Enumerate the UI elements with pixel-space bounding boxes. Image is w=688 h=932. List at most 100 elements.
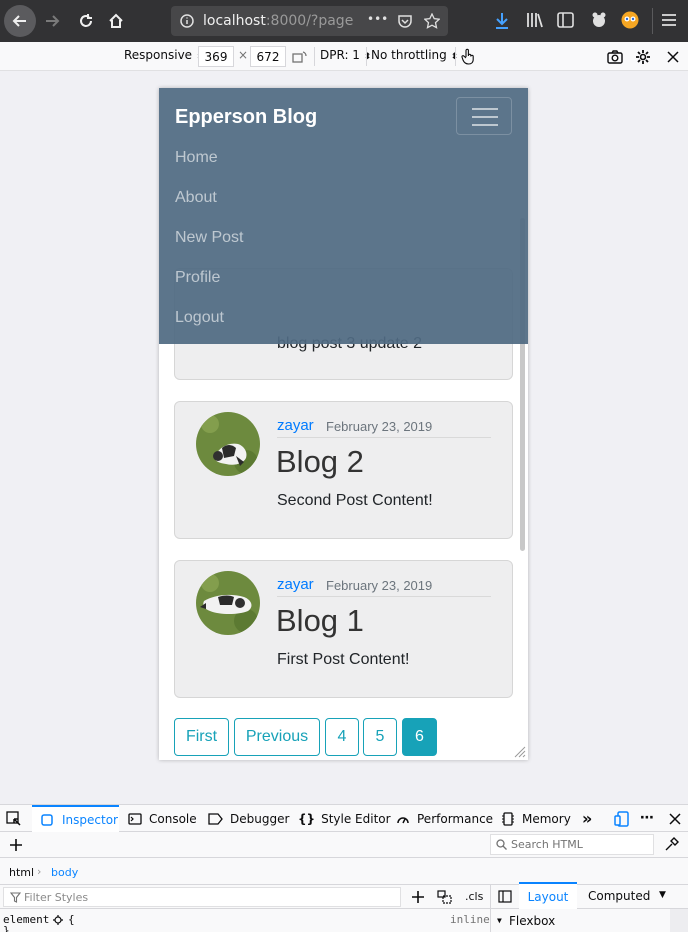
rule-view: element { inline } ▼ Flexbox <box>0 909 688 932</box>
debugger-icon <box>208 812 223 825</box>
device-selector[interactable]: Responsive ⬍ <box>124 48 203 62</box>
tab-performance[interactable]: Performance <box>396 805 493 832</box>
responsive-design-toolbar: Responsive ⬍ 369 × 672 DPR: 1 ⬍ No throt… <box>0 42 688 71</box>
memory-icon <box>502 811 514 826</box>
bookmark-star-icon[interactable] <box>424 13 440 29</box>
url-text[interactable]: localhost:8000/?page <box>203 13 353 29</box>
tab-inspector-label: Inspector <box>62 812 118 827</box>
pagination-page-button[interactable]: 4 <box>325 718 359 756</box>
downloads-icon[interactable] <box>494 12 510 30</box>
tab-console-label: Console <box>149 811 197 826</box>
hamburger-line <box>472 116 498 118</box>
console-icon <box>128 812 142 825</box>
toggle-sidebar-icon[interactable] <box>498 890 512 903</box>
extension-icon[interactable] <box>590 11 608 29</box>
toggle-classes-button[interactable]: .cls <box>465 890 483 903</box>
author-avatar[interactable] <box>196 412 260 476</box>
home-icon <box>109 13 123 28</box>
tab-style-editor[interactable]: {} Style Editor <box>298 805 391 832</box>
eyedropper-icon[interactable] <box>664 837 679 852</box>
back-button[interactable] <box>4 5 36 37</box>
close-icon[interactable] <box>667 51 679 63</box>
tab-debugger[interactable]: Debugger <box>208 805 289 832</box>
breadcrumb: html › body <box>0 858 688 885</box>
close-devtools-icon[interactable] <box>669 813 681 825</box>
tab-layout[interactable]: Layout <box>519 882 577 909</box>
viewport-width-input[interactable]: 369 <box>198 46 234 67</box>
element-picker-icon[interactable] <box>6 811 22 827</box>
pagination-previous-button[interactable]: Previous <box>234 718 320 756</box>
arrow-left-icon <box>12 15 26 27</box>
pocket-icon[interactable] <box>397 13 413 29</box>
hamburger-menu-icon[interactable] <box>661 13 677 27</box>
tab-computed[interactable]: Computed <box>588 883 650 909</box>
breadcrumb-separator-icon: › <box>37 865 42 878</box>
rule-gear-icon[interactable] <box>53 915 63 925</box>
tab-console[interactable]: Console <box>128 805 197 832</box>
post-author-link[interactable]: zayar <box>277 417 314 434</box>
dpr-selector[interactable]: DPR: 1 ⬍ <box>320 48 371 62</box>
post-card: zayar February 23, 2019 Blog 2 Second Po… <box>174 401 513 539</box>
nav-link-logout[interactable]: Logout <box>175 309 224 327</box>
sidebar-icon[interactable] <box>557 12 574 28</box>
dimension-separator: × <box>238 48 249 62</box>
navbar-toggler-button[interactable] <box>456 97 512 135</box>
post-title[interactable]: Blog 2 <box>276 444 364 480</box>
inspector-toolbar: Search HTML <box>0 832 688 858</box>
tab-memory[interactable]: Memory <box>502 805 571 832</box>
nav-link-home[interactable]: Home <box>175 149 218 167</box>
home-button[interactable] <box>104 9 128 33</box>
search-html-input[interactable]: Search HTML <box>490 834 654 855</box>
toggle-pseudo-class-icon[interactable] <box>437 890 453 905</box>
sidebar-tabs-dropdown-icon[interactable]: ▼ <box>659 890 666 900</box>
url-bar[interactable]: localhost:8000/?page ••• <box>171 6 448 36</box>
breadcrumb-html[interactable]: html <box>9 866 34 879</box>
tab-inspector[interactable]: Inspector <box>32 805 119 832</box>
device-selector-label: Responsive <box>124 48 193 62</box>
post-author-link[interactable]: zayar <box>277 576 314 593</box>
viewport-height-input[interactable]: 672 <box>250 46 286 67</box>
dpr-label: DPR: 1 <box>320 48 360 62</box>
tab-debugger-label: Debugger <box>230 811 290 826</box>
nav-link-profile[interactable]: Profile <box>175 269 220 287</box>
browser-toolbar: localhost:8000/?page ••• <box>0 0 688 42</box>
filter-styles-placeholder: Filter Styles <box>24 890 89 904</box>
post-title[interactable]: Blog 1 <box>276 603 364 639</box>
add-node-icon[interactable] <box>9 838 23 852</box>
rdm-separator <box>366 47 367 66</box>
add-rule-icon[interactable] <box>411 890 425 904</box>
layout-pane-scrollbar[interactable] <box>670 909 688 932</box>
pagination-page-button[interactable]: 5 <box>363 718 397 756</box>
site-navbar: Epperson Blog Home About New Post Profil… <box>159 88 528 344</box>
tab-memory-label: Memory <box>522 811 571 826</box>
devtools-menu-icon[interactable]: ⋯ <box>640 810 654 826</box>
expand-arrow-icon[interactable]: ▼ <box>497 916 502 925</box>
reload-button[interactable] <box>74 9 98 33</box>
post-divider <box>277 596 491 597</box>
author-avatar[interactable] <box>196 571 260 635</box>
pagination-active-page[interactable]: 6 <box>402 718 437 756</box>
layout-pane: ▼ Flexbox <box>490 909 688 932</box>
breadcrumb-body[interactable]: body <box>51 866 78 879</box>
screenshot-camera-icon[interactable] <box>607 50 623 64</box>
pagination-first-button[interactable]: First <box>174 718 229 756</box>
forward-button[interactable] <box>40 9 64 33</box>
settings-gear-icon[interactable] <box>635 49 651 65</box>
page-actions-menu[interactable]: ••• <box>367 12 388 26</box>
hamburger-line <box>472 108 498 110</box>
site-brand[interactable]: Epperson Blog <box>175 106 317 129</box>
nav-link-new-post[interactable]: New Post <box>175 229 243 247</box>
nav-link-about[interactable]: About <box>175 189 217 207</box>
filter-styles-input[interactable]: Filter Styles <box>3 887 401 907</box>
throttling-selector[interactable]: No throttling ⬍ <box>371 48 458 62</box>
toolbar-separator <box>652 8 653 34</box>
touch-simulation-icon[interactable] <box>461 48 475 65</box>
more-tabs-chevron-icon[interactable]: » <box>582 809 592 828</box>
resize-handle-icon[interactable] <box>514 746 526 758</box>
flexbox-section-header[interactable]: Flexbox <box>509 914 555 928</box>
rule-source-inline[interactable]: inline <box>450 913 490 926</box>
library-icon[interactable] <box>526 12 544 28</box>
rotate-viewport-icon[interactable] <box>292 50 308 64</box>
responsive-mode-icon[interactable] <box>614 811 630 827</box>
account-avatar-icon[interactable] <box>621 11 639 29</box>
